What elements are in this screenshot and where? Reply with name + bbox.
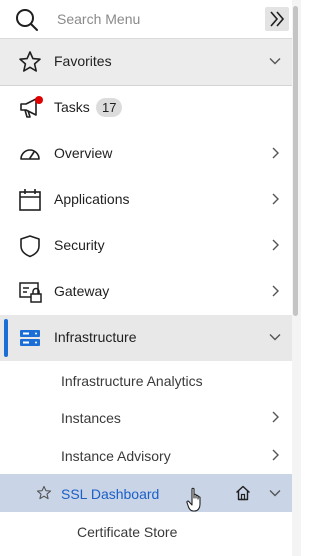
navigation-menu: Favorites Tasks 17 Overview Applicat [0, 0, 292, 556]
chevron-down-icon[interactable] [268, 54, 282, 68]
search-input[interactable] [57, 9, 257, 29]
overview-label: Overview [54, 145, 113, 161]
submenu-label: Instances [61, 410, 121, 426]
hand-cursor-icon [186, 487, 201, 512]
chevron-right-icon [272, 449, 279, 461]
nav-item-tasks[interactable]: Tasks 17 [0, 85, 292, 131]
chevron-right-icon [272, 193, 279, 205]
chevron-right-icon [272, 411, 279, 423]
gateway-lock-icon [19, 282, 42, 303]
submenu-item-certificate-store[interactable]: Certificate Store [0, 512, 292, 550]
chevron-down-icon[interactable] [268, 486, 282, 500]
megaphone-icon [20, 96, 43, 118]
star-icon [19, 51, 41, 72]
home-icon[interactable] [234, 484, 252, 502]
notification-dot [35, 96, 43, 104]
infrastructure-label: Infrastructure [54, 329, 137, 345]
server-icon [20, 330, 40, 346]
nav-item-gateway[interactable]: Gateway [0, 269, 292, 315]
search-icon[interactable] [14, 7, 40, 33]
search-bar [0, 0, 292, 39]
scrollbar[interactable] [292, 0, 301, 556]
submenu-label: Infrastructure Analytics [61, 373, 203, 389]
submenu-label: Certificate Store [77, 524, 178, 540]
submenu-label: Instance Advisory [61, 448, 171, 464]
tasks-label: Tasks [54, 99, 90, 115]
chevron-right-icon [272, 285, 279, 297]
nav-item-overview[interactable]: Overview [0, 131, 292, 177]
scrollbar-thumb[interactable] [293, 6, 298, 316]
calendar-icon [19, 189, 41, 211]
favorite-star-icon[interactable] [36, 485, 52, 501]
nav-item-security[interactable]: Security [0, 223, 292, 269]
favorites-section[interactable]: Favorites [0, 39, 292, 86]
submenu-item-instance-advisory[interactable]: Instance Advisory [0, 436, 292, 474]
submenu-item-ssl-dashboard[interactable]: SSL Dashboard [0, 474, 292, 512]
chevron-right-icon [272, 147, 279, 159]
gateway-label: Gateway [54, 283, 110, 299]
tasks-count-badge: 17 [96, 98, 123, 117]
submenu-label: SSL Dashboard [61, 486, 160, 502]
collapse-menu-button[interactable] [265, 7, 289, 31]
favorites-label: Favorites [54, 53, 112, 69]
security-label: Security [54, 237, 105, 253]
applications-label: Applications [54, 191, 130, 207]
submenu-item-instances[interactable]: Instances [0, 398, 292, 436]
active-indicator [4, 319, 8, 357]
collapse-menu-icon [270, 11, 285, 27]
gauge-icon [20, 149, 40, 160]
shield-icon [20, 235, 40, 258]
submenu-item-infrastructure-analytics[interactable]: Infrastructure Analytics [0, 361, 292, 399]
nav-item-infrastructure[interactable]: Infrastructure [0, 315, 292, 361]
chevron-right-icon [272, 239, 279, 251]
chevron-down-icon [269, 334, 281, 341]
nav-item-applications[interactable]: Applications [0, 177, 292, 223]
